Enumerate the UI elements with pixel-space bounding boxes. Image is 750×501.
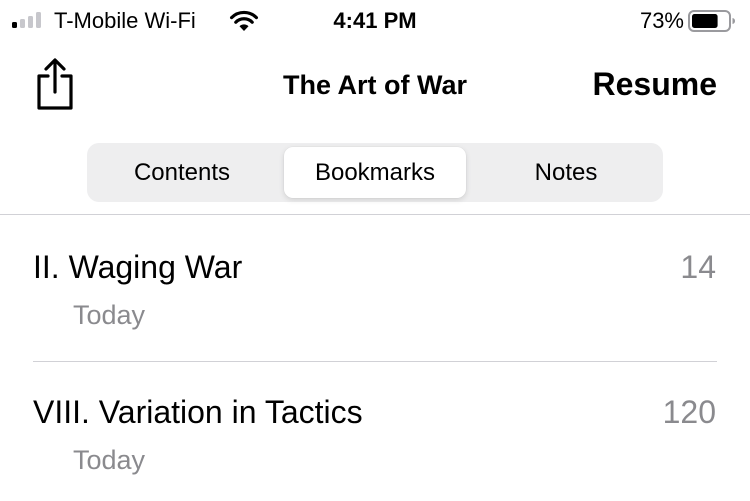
resume-button[interactable]: Resume [593, 66, 718, 103]
bookmark-title: VIII. Variation in Tactics [33, 394, 363, 430]
bookmarks-screen: T-Mobile Wi-Fi 4:41 PM 73% The Art of Wa… [0, 0, 750, 501]
header-divider [0, 214, 750, 215]
clock: 4:41 PM [333, 8, 417, 33]
status-bar: T-Mobile Wi-Fi 4:41 PM 73% [0, 0, 750, 40]
navigation-bar: The Art of War Resume [0, 50, 750, 120]
bookmark-date: Today [73, 445, 146, 475]
tab-notes[interactable]: Notes [475, 147, 657, 198]
bookmark-row[interactable]: II. Waging War 14 Today [0, 217, 750, 362]
segmented-control: Contents Bookmarks Notes [87, 143, 663, 202]
battery-percentage: 73% [639, 8, 684, 33]
bookmark-page-number: 120 [662, 394, 716, 430]
tab-contents[interactable]: Contents [91, 147, 273, 198]
bookmark-page-number: 14 [680, 249, 716, 285]
bookmark-row[interactable]: VIII. Variation in Tactics 120 Today [0, 362, 750, 501]
battery-icon [688, 10, 735, 32]
bookmark-title: II. Waging War [33, 249, 243, 285]
tab-bookmarks[interactable]: Bookmarks [284, 147, 466, 198]
bookmark-date: Today [73, 300, 146, 330]
